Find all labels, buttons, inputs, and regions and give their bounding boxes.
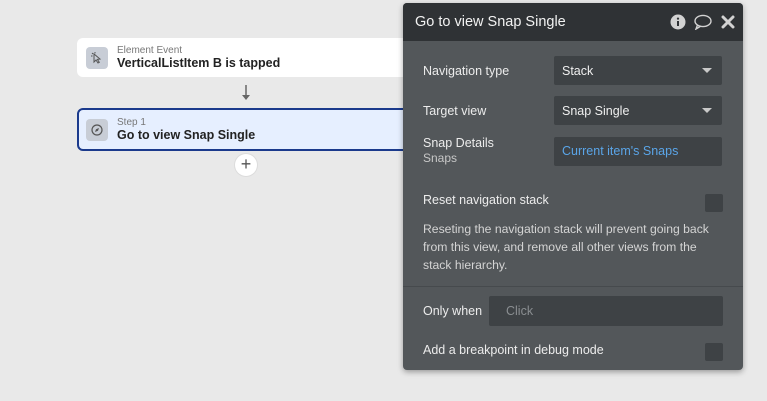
snap-details-sublabel: Snaps — [423, 151, 458, 165]
target-view-value: Snap Single — [562, 103, 630, 118]
reset-stack-label: Reset navigation stack — [423, 193, 549, 207]
element-event-card[interactable]: Element Event VerticalListItem B is tapp… — [77, 38, 417, 77]
flow-arrow-icon — [239, 84, 253, 102]
add-step-button[interactable]: + — [235, 154, 257, 176]
action-property-panel: Go to view Snap Single Navigation type S… — [403, 3, 743, 370]
comment-icon[interactable] — [694, 13, 712, 31]
panel-header: Go to view Snap Single — [403, 3, 743, 41]
breakpoint-checkbox[interactable] — [705, 343, 723, 361]
snap-details-label: Snap Details — [423, 136, 494, 150]
navigation-type-label: Navigation type — [423, 63, 510, 78]
target-view-dropdown[interactable]: Snap Single — [554, 96, 722, 125]
event-title: VerticalListItem B is tapped — [117, 56, 281, 70]
chevron-down-icon — [702, 68, 712, 73]
divider — [403, 286, 743, 287]
step-kind-label: Step 1 — [117, 117, 146, 128]
breakpoint-row: Add a breakpoint in debug mode — [423, 343, 723, 357]
reset-stack-checkbox[interactable] — [705, 194, 723, 212]
step-1-card[interactable]: Step 1 Go to view Snap Single — [77, 108, 417, 151]
breakpoint-label: Add a breakpoint in debug mode — [423, 343, 604, 357]
chevron-down-icon — [702, 108, 712, 113]
close-icon[interactable] — [719, 13, 737, 31]
info-icon[interactable] — [669, 13, 687, 31]
target-view-row: Target view Snap Single — [423, 96, 723, 125]
navigation-type-dropdown[interactable]: Stack — [554, 56, 722, 85]
only-when-input[interactable]: Click — [489, 296, 723, 326]
target-view-label: Target view — [423, 103, 487, 118]
reset-stack-row: Reset navigation stack — [423, 193, 723, 207]
cursor-click-icon — [86, 46, 108, 69]
compass-icon — [86, 118, 108, 141]
navigation-type-row: Navigation type Stack — [423, 56, 723, 85]
only-when-row: Only when Click — [423, 296, 723, 326]
step-title: Go to view Snap Single — [117, 128, 256, 142]
snap-details-row: Snap Details Snaps Current item's Snaps — [423, 136, 723, 166]
navigation-type-value: Stack — [562, 63, 594, 78]
snap-details-field[interactable]: Current item's Snaps — [554, 136, 722, 166]
snap-details-value: Current item's Snaps — [562, 144, 679, 158]
reset-stack-description: Reseting the navigation stack will preve… — [423, 222, 709, 272]
only-when-label: Only when — [423, 304, 483, 318]
only-when-placeholder: Click — [506, 304, 534, 318]
panel-title: Go to view Snap Single — [415, 14, 566, 30]
event-kind-label: Element Event — [117, 45, 183, 56]
